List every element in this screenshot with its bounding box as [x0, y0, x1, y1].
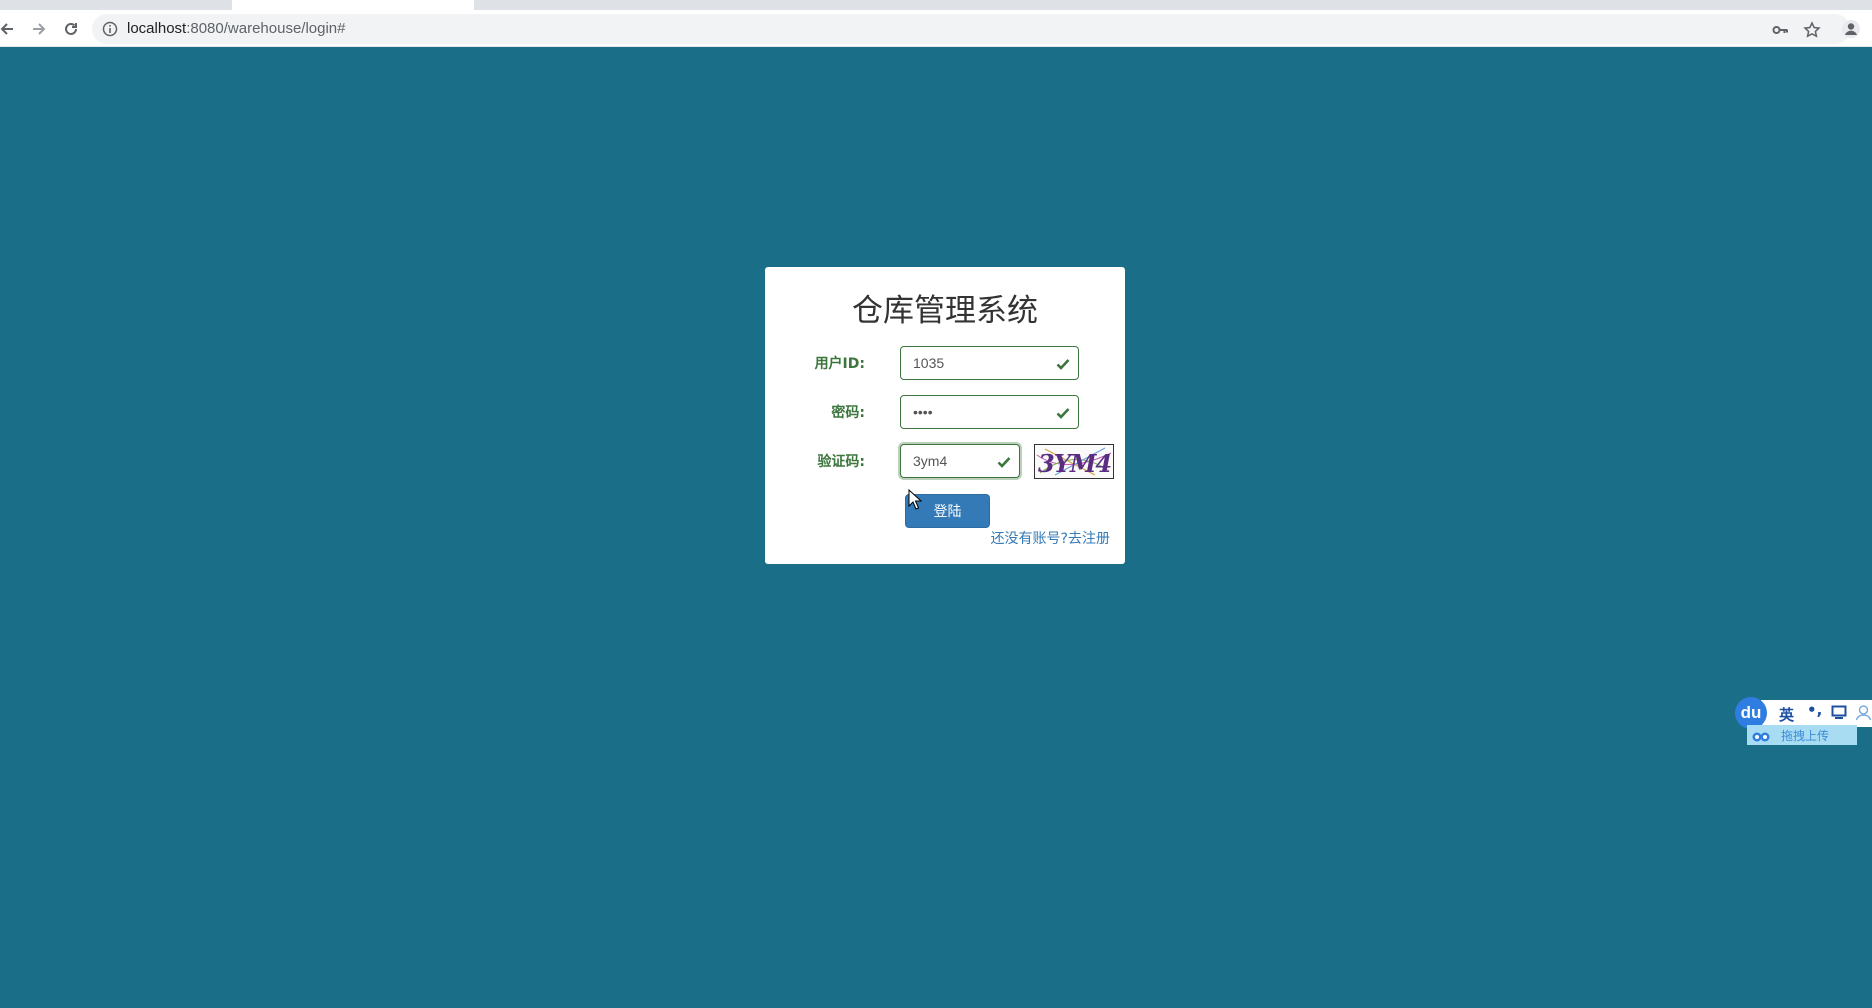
password-field-wrapper	[900, 395, 1079, 429]
login-card: 仓库管理系统 用户ID: 密码: 验证码: 3YM4 登陆 还没有	[765, 267, 1125, 564]
forward-arrow-icon	[33, 23, 46, 35]
ime-language-toggle[interactable]: 英	[1779, 704, 1794, 725]
back-arrow-icon	[0, 23, 13, 35]
url-host: localhost	[127, 20, 187, 37]
active-tab[interactable]	[232, 0, 474, 10]
profile-icon	[1842, 20, 1860, 38]
captcha-graphic: 3YM4	[1036, 447, 1112, 478]
forward-button[interactable]	[26, 16, 52, 42]
check-icon	[1056, 408, 1070, 419]
ime-toolbar[interactable]: du 英 •, 拖拽上传	[1735, 697, 1872, 745]
reload-button[interactable]	[58, 16, 84, 42]
page-title: 仓库管理系统	[852, 293, 1038, 329]
reload-icon	[65, 22, 77, 35]
ime-user-icon[interactable]	[1855, 704, 1872, 721]
user-id-input[interactable]	[901, 347, 1078, 379]
user-id-label: 用户ID:	[814, 356, 865, 372]
captcha-text: 3YM4	[1038, 449, 1111, 478]
back-button[interactable]	[0, 16, 20, 42]
info-icon[interactable]	[102, 21, 118, 37]
star-icon	[1803, 21, 1821, 38]
tab-strip	[0, 0, 1872, 10]
browser-toolbar: localhost:8080/warehouse/login#	[0, 10, 1872, 47]
ime-drag-upload[interactable]: 拖拽上传	[1747, 725, 1857, 745]
password-input[interactable]	[901, 396, 1078, 428]
ime-keyboard-icon[interactable]	[1831, 705, 1847, 719]
mouse-cursor-icon	[908, 489, 923, 510]
captcha-field-wrapper	[900, 444, 1020, 478]
ime-punctuation-toggle[interactable]: •,	[1807, 701, 1822, 719]
password-key-button[interactable]	[1770, 20, 1790, 40]
check-icon	[1056, 359, 1070, 370]
key-icon	[1772, 26, 1788, 34]
ime-drag-upload-label: 拖拽上传	[1781, 729, 1830, 743]
check-icon	[997, 457, 1011, 468]
register-link[interactable]: 还没有账号?去注册	[991, 528, 1110, 548]
baidu-paw-icon	[1752, 732, 1770, 742]
login-button-label: 登陆	[933, 504, 962, 520]
url-path: :8080/warehouse/login#	[186, 20, 346, 37]
password-label: 密码:	[831, 405, 865, 421]
captcha-label: 验证码:	[817, 454, 865, 470]
address-bar[interactable]: localhost:8080/warehouse/login#	[92, 14, 1850, 44]
captcha-image[interactable]: 3YM4	[1034, 444, 1114, 479]
user-id-field-wrapper	[900, 346, 1079, 380]
profile-button[interactable]	[1838, 16, 1864, 42]
url-text[interactable]: localhost:8080/warehouse/login#	[127, 20, 346, 37]
bookmark-button[interactable]	[1802, 20, 1822, 40]
